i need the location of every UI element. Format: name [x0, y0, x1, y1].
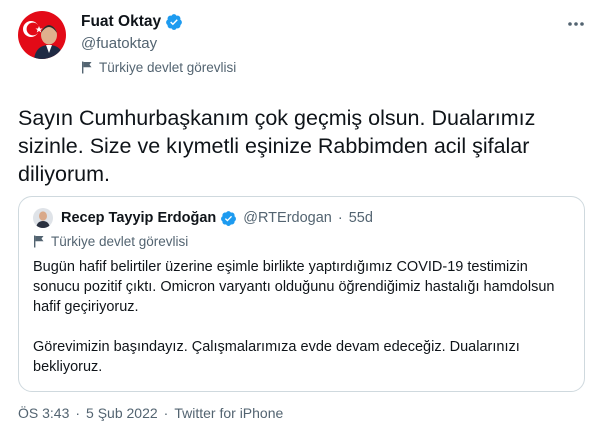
more-options-button[interactable] [566, 14, 586, 34]
quoted-tweet[interactable]: Recep Tayyip Erdoğan @RTErdogan · 55d Tü… [18, 196, 585, 392]
quoted-tweet-text: Bugün hafif belirtiler üzerine eşimle bi… [33, 257, 568, 397]
separator-dot: · [337, 210, 343, 226]
quoted-government-label[interactable]: Türkiye devlet görevlisi [33, 234, 188, 249]
tweet-source: Twitter for iPhone [174, 405, 284, 421]
separator-dot: · [163, 405, 169, 421]
government-label[interactable]: Türkiye devlet görevlisi [81, 60, 236, 75]
government-label-text: Türkiye devlet görevlisi [99, 60, 237, 75]
tweet-text: Sayın Cumhurbaşkanım çok geçmiş olsun. D… [18, 106, 536, 186]
quoted-government-label-text: Türkiye devlet görevlisi [51, 234, 189, 249]
author-name-row[interactable]: Fuat Oktay [81, 13, 183, 31]
author-name[interactable]: Fuat Oktay [81, 13, 161, 31]
quoted-tweet-header: Recep Tayyip Erdoğan @RTErdogan · 55d [33, 208, 373, 228]
verified-badge-icon [166, 14, 182, 30]
author-avatar[interactable] [18, 11, 66, 59]
quoted-author-name[interactable]: Recep Tayyip Erdoğan [61, 210, 216, 226]
separator-dot: · [75, 405, 81, 421]
verified-badge-icon [221, 210, 237, 226]
flag-icon [82, 61, 92, 74]
tweet-time[interactable]: ÖS 3:43 [18, 405, 69, 421]
quoted-author-handle[interactable]: @RTErdogan [243, 210, 332, 226]
quoted-author-avatar[interactable] [33, 208, 53, 228]
flag-icon [34, 235, 44, 248]
quoted-paragraph-2: Görevimizin başındayız. Çalışmalarımıza … [33, 339, 520, 375]
quoted-tweet-age[interactable]: 55d [349, 210, 373, 226]
tweet-meta: ÖS 3:43 · 5 Şub 2022 · Twitter for iPhon… [18, 405, 283, 421]
more-options-icon [568, 22, 584, 26]
quoted-paragraph-1: Bugün hafif belirtiler üzerine eşimle bi… [33, 259, 555, 315]
tweet-date[interactable]: 5 Şub 2022 [86, 405, 158, 421]
author-handle[interactable]: @fuatoktay [81, 35, 157, 52]
avatar-image [18, 11, 66, 59]
quoted-avatar-image [33, 208, 53, 228]
